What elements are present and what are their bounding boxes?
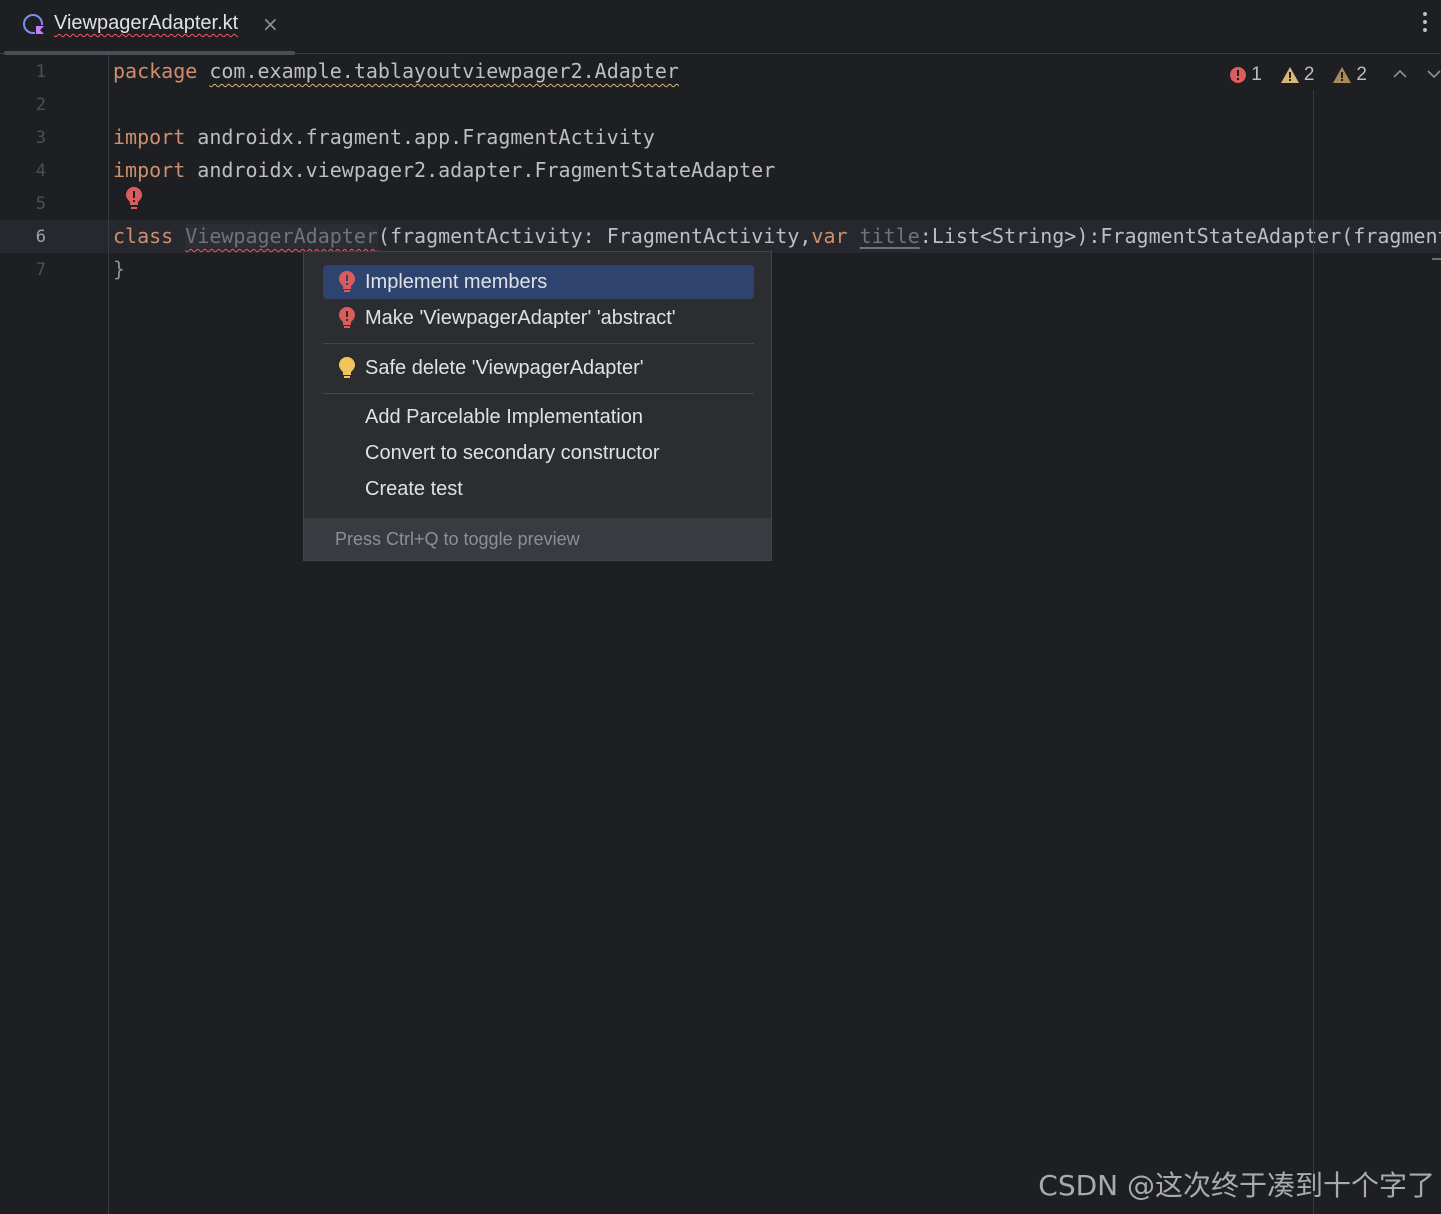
action-label: Add Parcelable Implementation (365, 406, 643, 428)
watermark: CSDN @这次终于凑到十个字了 (1038, 1169, 1435, 1202)
code-line-1: package com.example.tablayoutviewpager2.… (113, 59, 679, 83)
intention-actions-popup: Implement members Make 'ViewpagerAdapter… (303, 251, 772, 561)
close-icon[interactable]: × (262, 12, 279, 36)
warning-count[interactable]: 2 (1280, 64, 1315, 86)
line-number: 1 (35, 62, 46, 82)
line-number-current: 6 (35, 227, 46, 247)
lightbulb-icon (339, 357, 355, 378)
keyword: package (113, 59, 198, 83)
action-convert-constructor[interactable]: Convert to secondary constructor (323, 436, 754, 470)
weak-warning-icon (1333, 67, 1352, 83)
inspection-widget[interactable]: 1 2 2 (1229, 63, 1441, 87)
action-implement-members[interactable]: Implement members (323, 265, 754, 299)
action-label: Convert to secondary constructor (365, 442, 660, 464)
action-safe-delete[interactable]: Safe delete 'ViewpagerAdapter' (323, 351, 754, 385)
code-editor[interactable]: 1 2 3 4 5 6 7 package com.example.tablay… (0, 55, 1441, 1214)
action-label: Safe delete 'ViewpagerAdapter' (365, 357, 644, 379)
action-create-test[interactable]: Create test (323, 472, 754, 506)
line-number: 3 (35, 128, 46, 148)
constructor-params: (fragmentActivity: FragmentActivity, (377, 224, 812, 248)
class-name[interactable]: ViewpagerAdapter (185, 224, 378, 248)
code-line-3: import androidx.fragment.app.FragmentAct… (113, 125, 655, 149)
preview-hint: Press Ctrl+Q to toggle preview (335, 529, 580, 549)
import-path: androidx.viewpager2.adapter.FragmentStat… (185, 158, 776, 182)
keyword: import (113, 158, 186, 182)
code-line-4: import androidx.viewpager2.adapter.Fragm… (113, 158, 775, 182)
previous-highlight-icon[interactable] (1393, 66, 1407, 84)
separator (323, 343, 754, 344)
line-number: 4 (35, 161, 46, 181)
error-icon (1230, 67, 1247, 83)
action-label: Implement members (365, 271, 548, 293)
package-name: com.example.tablayoutviewpager2.Adapter (209, 59, 679, 83)
keyword: var (811, 224, 848, 248)
code-line-7: } (113, 257, 126, 281)
warning-icon (1280, 67, 1299, 83)
more-options-icon[interactable] (1417, 10, 1433, 40)
tab-title: ViewpagerAdapter.kt (54, 12, 239, 34)
code-line-6: class ViewpagerAdapter(fragmentActivity:… (113, 224, 1441, 248)
error-count-label: 1 (1251, 64, 1262, 85)
property-name: title (859, 224, 920, 248)
keyword: class (113, 224, 174, 248)
popup-footer: Press Ctrl+Q to toggle preview (304, 518, 771, 560)
error-bulb-icon (339, 307, 355, 328)
kotlin-file-icon (23, 14, 45, 35)
action-label: Make 'ViewpagerAdapter' 'abstract' (365, 307, 676, 329)
line-number: 7 (35, 260, 46, 280)
weak-warning-count[interactable]: 2 (1332, 64, 1367, 86)
editor-tab-bar: ViewpagerAdapter.kt × (0, 0, 1441, 55)
right-margin-guide (1313, 90, 1314, 1214)
line-number: 2 (35, 95, 46, 115)
action-add-parcelable[interactable]: Add Parcelable Implementation (323, 400, 754, 434)
weak-warning-count-label: 2 (1356, 64, 1367, 85)
warning-count-label: 2 (1303, 64, 1315, 85)
next-highlight-icon[interactable] (1427, 66, 1441, 84)
file-tab[interactable]: ViewpagerAdapter.kt × (4, 0, 295, 55)
error-count[interactable]: 1 (1229, 64, 1262, 86)
action-make-abstract[interactable]: Make 'ViewpagerAdapter' 'abstract' (323, 301, 754, 335)
action-label: Create test (365, 478, 463, 500)
supertype: :List<String>):FragmentStateAdapter(frag… (919, 224, 1441, 248)
error-bulb-icon (339, 271, 355, 292)
line-gutter[interactable]: 1 2 3 4 5 6 7 (0, 55, 109, 1214)
import-path: androidx.fragment.app.FragmentActivity (185, 125, 655, 149)
keyword: import (113, 125, 186, 149)
error-bulb-icon[interactable] (124, 185, 144, 213)
line-number: 5 (35, 194, 46, 214)
vertical-dots-icon (1423, 12, 1427, 32)
scrollbar-marker (1432, 258, 1441, 260)
separator (323, 393, 754, 394)
